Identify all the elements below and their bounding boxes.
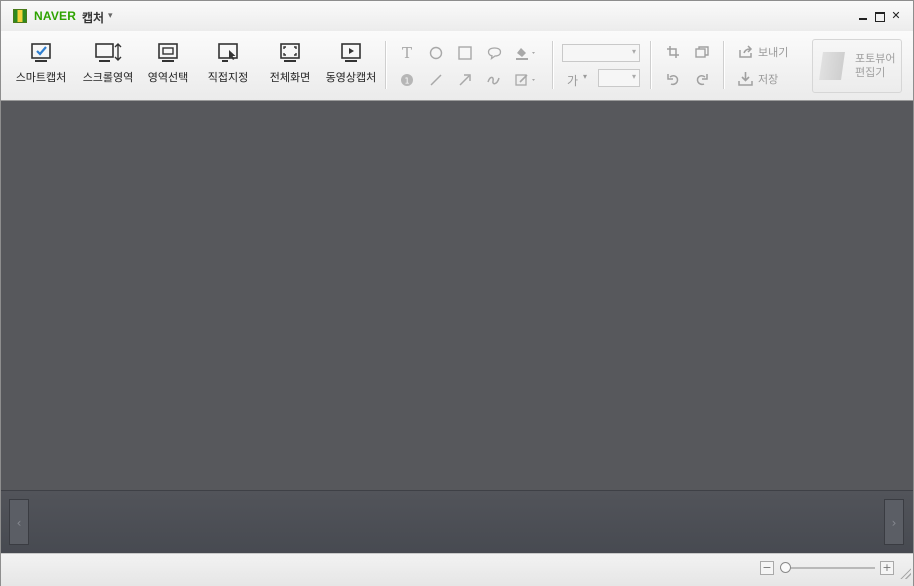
ellipse-tool-icon[interactable]: [429, 46, 443, 60]
zoom-out-button[interactable]: −: [760, 561, 774, 575]
photo-viewer-editor-button[interactable]: 포토뷰어 편집기: [812, 39, 902, 93]
undo-icon[interactable]: [666, 72, 680, 86]
share-icon: [739, 45, 753, 58]
fill-color-tool-icon[interactable]: [514, 45, 538, 61]
close-button[interactable]: ✕: [890, 10, 902, 22]
video-capture-icon: [341, 43, 361, 62]
redo-icon[interactable]: [695, 72, 709, 86]
manual-select-label: 직접지정: [207, 71, 249, 84]
text-tool-button[interactable]: T: [402, 45, 412, 61]
maximize-button[interactable]: [874, 10, 886, 22]
video-capture-label: 동영상캡처: [325, 71, 377, 84]
manual-select-icon: [218, 43, 238, 62]
thumbnail-prev-button[interactable]: ‹: [9, 499, 29, 545]
freehand-tool-icon[interactable]: [486, 72, 502, 88]
minimize-button[interactable]: [857, 10, 869, 22]
app-title: 캡처: [82, 11, 105, 25]
speech-bubble-tool-icon[interactable]: [487, 46, 502, 60]
svg-text:1: 1: [404, 77, 409, 86]
video-capture-button[interactable]: 동영상캡처: [323, 41, 379, 91]
scroll-area-icon: [95, 43, 122, 62]
toolbar: 스마트캡처 스크롤영역 영역선택 직접지정 전체화면 동영상캡처 T 1 ▾ 가…: [1, 31, 913, 101]
area-select-button[interactable]: 영역선택: [141, 41, 195, 91]
toolbar-divider: [723, 41, 724, 89]
fullscreen-label: 전체화면: [269, 71, 311, 84]
download-icon: [738, 72, 753, 86]
area-select-icon: [158, 43, 178, 62]
rectangle-tool-icon[interactable]: [458, 46, 472, 60]
photo-editor-label-line1: 포토뷰어: [855, 52, 896, 65]
zoom-in-button[interactable]: +: [880, 561, 894, 575]
app-brand: NAVER: [34, 9, 77, 23]
thumbnail-strip[interactable]: ‹ ›: [1, 490, 913, 553]
save-button[interactable]: 저장: [738, 71, 798, 87]
scroll-area-label: 스크롤영역: [82, 71, 134, 84]
area-select-label: 영역선택: [147, 71, 189, 84]
naver-capture-logo-icon: [13, 9, 27, 23]
save-label: 저장: [758, 73, 779, 86]
app-menu-caret-icon[interactable]: ▾: [108, 11, 113, 21]
font-size-caret-icon: ▾: [583, 72, 588, 81]
toolbar-divider: [552, 41, 553, 89]
font-size-icon: 가: [567, 74, 579, 88]
crop-icon[interactable]: [666, 45, 680, 59]
status-bar: − +: [1, 553, 913, 586]
resize-icon[interactable]: [695, 45, 709, 59]
send-label: 보내기: [758, 46, 789, 59]
scroll-area-button[interactable]: 스크롤영역: [78, 41, 138, 91]
line-color-tool-icon[interactable]: [514, 72, 538, 88]
arrow-tool-icon[interactable]: [458, 73, 472, 87]
zoom-slider-thumb[interactable]: [780, 562, 791, 573]
toolbar-divider: [385, 41, 386, 89]
manual-select-button[interactable]: 직접지정: [201, 41, 255, 91]
resize-grip-icon[interactable]: [899, 567, 911, 579]
font-size-select[interactable]: [598, 69, 640, 87]
smart-capture-label: 스마트캡처: [15, 71, 67, 84]
smart-capture-icon: [31, 43, 51, 62]
fullscreen-icon: [280, 43, 300, 62]
capture-canvas[interactable]: [1, 101, 913, 490]
number-stamp-tool-icon[interactable]: 1: [400, 72, 416, 88]
title-bar[interactable]: NAVER 캡처 ▾ ✕: [1, 1, 913, 31]
fullscreen-button[interactable]: 전체화면: [263, 41, 317, 91]
zoom-slider-track[interactable]: [780, 567, 875, 569]
smart-capture-button[interactable]: 스마트캡처: [11, 41, 71, 91]
font-family-select[interactable]: [562, 44, 640, 62]
photo-editor-label: 포토뷰어 편집기: [855, 52, 895, 80]
thumbnail-next-button[interactable]: ›: [884, 499, 904, 545]
photo-editor-icon: [819, 52, 845, 80]
photo-editor-label-line2: 편집기: [855, 66, 886, 79]
toolbar-divider: [650, 41, 651, 89]
send-button[interactable]: 보내기: [738, 44, 798, 60]
app-window: NAVER 캡처 ▾ ✕ 스마트캡처 스크롤영역 영역선택 직접지정 전체화면 …: [0, 0, 914, 586]
line-tool-icon[interactable]: [429, 73, 443, 87]
